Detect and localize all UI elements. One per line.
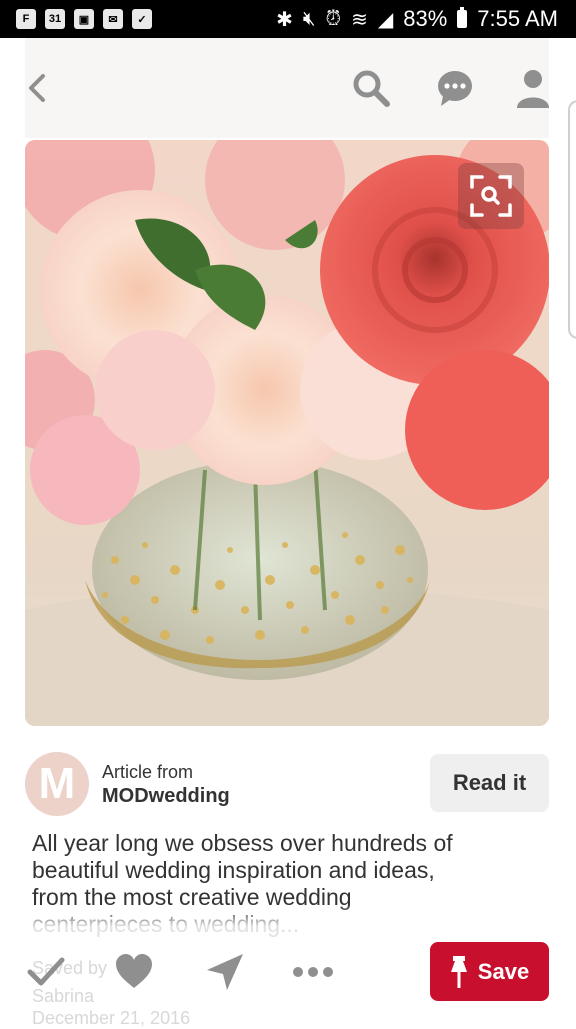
clock: 7:55 AM xyxy=(477,6,558,31)
status-bar: F 31 ▣ ✉ ✓ ✱ 🔇︎ ⏰︎ ≋ ◢ 83% 7:55 AM xyxy=(0,0,576,38)
pin-icon xyxy=(450,955,467,988)
back-icon xyxy=(29,74,45,102)
source-avatar[interactable]: M xyxy=(25,752,89,816)
flipboard-icon: F xyxy=(16,9,36,29)
messages-button[interactable] xyxy=(435,68,475,113)
like-button[interactable] xyxy=(114,952,154,997)
back-button[interactable] xyxy=(25,68,49,113)
next-card-edge xyxy=(568,100,576,339)
battery-icon xyxy=(457,7,468,28)
battery-percent: 83% xyxy=(403,6,448,31)
saved-date: December 21, 2016 xyxy=(32,1008,191,1028)
checkmark-icon xyxy=(27,957,65,986)
send-button[interactable] xyxy=(205,952,245,997)
search-button[interactable] xyxy=(351,68,391,113)
send-icon xyxy=(207,954,243,990)
wifi-icon: ≋ xyxy=(351,8,368,31)
done-button[interactable] xyxy=(26,952,66,997)
article-from-label: Article from xyxy=(102,762,194,782)
clipboard-check-icon: ✓ xyxy=(132,9,152,29)
gallery-icon: ▣ xyxy=(74,9,94,29)
heart-icon xyxy=(116,954,152,988)
alarm-icon: ⏰︎ xyxy=(325,7,342,30)
calendar-icon: 31 xyxy=(45,9,65,29)
mute-icon: 🔇︎ xyxy=(302,7,316,30)
chat-icon xyxy=(438,71,472,106)
message-icon: ✉ xyxy=(103,9,123,29)
visual-search-icon xyxy=(470,175,512,217)
read-it-button[interactable]: Read it xyxy=(430,754,549,812)
signal-icon: ◢ xyxy=(377,8,394,31)
profile-button[interactable] xyxy=(515,68,551,113)
visual-search-button[interactable] xyxy=(458,163,524,229)
more-icon xyxy=(293,967,333,977)
save-button[interactable]: Save xyxy=(430,942,549,1001)
save-label: Save xyxy=(477,958,530,984)
search-icon xyxy=(353,70,390,107)
profile-icon xyxy=(517,70,549,108)
more-button[interactable] xyxy=(292,962,334,987)
top-nav xyxy=(25,38,549,138)
source-name[interactable]: MODwedding xyxy=(102,785,230,808)
bluetooth-icon: ✱ xyxy=(276,8,293,31)
